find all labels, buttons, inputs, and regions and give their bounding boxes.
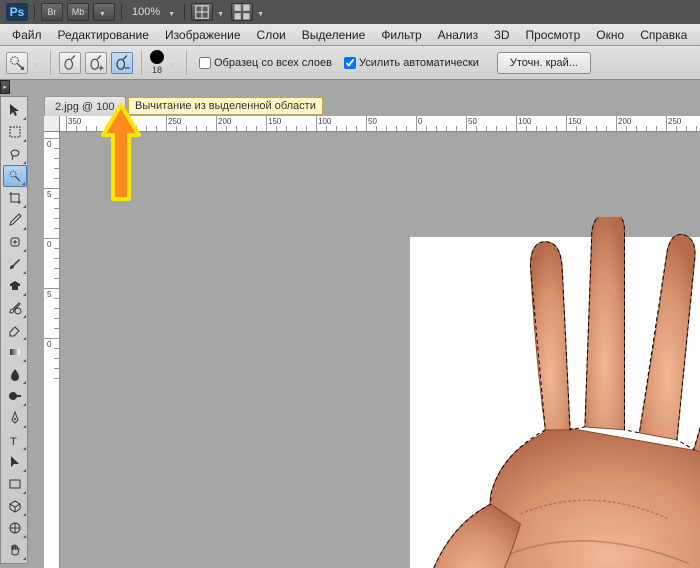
separator	[50, 51, 51, 75]
3d-camera-tool[interactable]	[3, 517, 27, 539]
chevron-down-icon[interactable]	[257, 7, 267, 17]
blur-tool[interactable]	[3, 363, 27, 385]
chevron-down-icon[interactable]	[217, 7, 227, 17]
pen-tool[interactable]	[3, 407, 27, 429]
eyedropper-tool[interactable]	[3, 209, 27, 231]
zoom-level[interactable]: 100%	[132, 6, 160, 18]
svg-text:T: T	[10, 436, 17, 448]
checkbox-label: Усилить автоматически	[359, 57, 479, 69]
shape-tool[interactable]	[3, 473, 27, 495]
checkbox-label: Образец со всех слоев	[214, 57, 332, 69]
menu-window[interactable]: Окно	[588, 24, 632, 46]
brush-new-icon	[60, 53, 80, 73]
move-tool[interactable]	[3, 99, 27, 121]
type-tool[interactable]: T	[3, 429, 27, 451]
clone-stamp-tool[interactable]	[3, 275, 27, 297]
app-titlebar: Ps Br Mb 100%	[0, 0, 700, 24]
refine-edge-button[interactable]: Уточн. край...	[497, 52, 591, 74]
brush-subtract-icon	[112, 53, 132, 73]
chevron-down-icon[interactable]	[168, 7, 178, 17]
separator	[34, 4, 35, 20]
healing-brush-tool[interactable]	[3, 231, 27, 253]
new-selection-button[interactable]	[59, 52, 81, 74]
bridge-button[interactable]: Br	[41, 3, 63, 21]
current-tool-icon[interactable]	[6, 52, 28, 74]
menu-filter[interactable]: Фильтр	[373, 24, 429, 46]
checkbox-input[interactable]	[344, 57, 356, 69]
3d-tool[interactable]	[3, 495, 27, 517]
menu-edit[interactable]: Редактирование	[50, 24, 157, 46]
annotation-arrow	[99, 103, 143, 203]
menu-file[interactable]: Файл	[4, 24, 50, 46]
crop-tool[interactable]	[3, 187, 27, 209]
subtract-selection-button[interactable]	[111, 52, 133, 74]
menu-image[interactable]: Изображение	[157, 24, 249, 46]
minibridge-button[interactable]: Mb	[67, 3, 89, 21]
marquee-tool[interactable]	[3, 121, 27, 143]
toolbox: T	[0, 96, 28, 564]
menu-analysis[interactable]: Анализ	[430, 24, 487, 46]
collapsed-panel-toggle[interactable]: ▸	[0, 80, 10, 94]
ruler-vertical[interactable]: 05050	[44, 132, 60, 568]
dodge-tool[interactable]	[3, 385, 27, 407]
checkbox-input[interactable]	[199, 57, 211, 69]
tooltip: Вычитание из выделенной области	[128, 97, 323, 115]
screen-mode-button[interactable]	[93, 3, 115, 21]
separator	[186, 51, 187, 75]
path-selection-tool[interactable]	[3, 451, 27, 473]
auto-enhance-checkbox[interactable]: Усилить автоматически	[344, 57, 479, 69]
menu-layers[interactable]: Слои	[249, 24, 294, 46]
hand-image	[410, 217, 700, 568]
menu-select[interactable]: Выделение	[294, 24, 374, 46]
quick-selection-tool[interactable]	[3, 165, 27, 187]
add-selection-button[interactable]	[85, 52, 107, 74]
brush-size-label: 18	[152, 65, 162, 75]
separator	[121, 4, 122, 20]
ruler-origin[interactable]	[44, 116, 60, 132]
chevron-down-icon[interactable]	[32, 58, 42, 68]
separator	[184, 4, 185, 20]
menu-help[interactable]: Справка	[632, 24, 695, 46]
ruler-horizontal[interactable]: 35030025020015010050050100150200250	[60, 116, 700, 132]
menubar: Файл Редактирование Изображение Слои Выд…	[0, 24, 700, 46]
hand-tool[interactable]	[3, 539, 27, 561]
brush-preset-picker[interactable]: 18	[150, 50, 164, 75]
image-document[interactable]	[410, 237, 700, 568]
lasso-tool[interactable]	[3, 143, 27, 165]
chevron-down-icon[interactable]	[168, 58, 178, 68]
brush-preview-icon	[150, 50, 164, 64]
chevron-down-icon	[99, 7, 109, 17]
options-bar: 18 Образец со всех слоев Усилить автомат…	[0, 46, 700, 80]
menu-view[interactable]: Просмотр	[517, 24, 588, 46]
eraser-tool[interactable]	[3, 319, 27, 341]
brush-add-icon	[86, 53, 106, 73]
quick-select-icon	[7, 53, 27, 73]
gradient-tool[interactable]	[3, 341, 27, 363]
arrange-documents-button[interactable]	[231, 3, 253, 21]
app-logo: Ps	[6, 3, 28, 21]
sample-all-layers-checkbox[interactable]: Образец со всех слоев	[199, 57, 332, 69]
view-extras-button[interactable]	[191, 3, 213, 21]
brush-tool[interactable]	[3, 253, 27, 275]
menu-3d[interactable]: 3D	[486, 24, 517, 46]
canvas[interactable]	[60, 132, 700, 568]
history-brush-tool[interactable]	[3, 297, 27, 319]
separator	[141, 51, 142, 75]
